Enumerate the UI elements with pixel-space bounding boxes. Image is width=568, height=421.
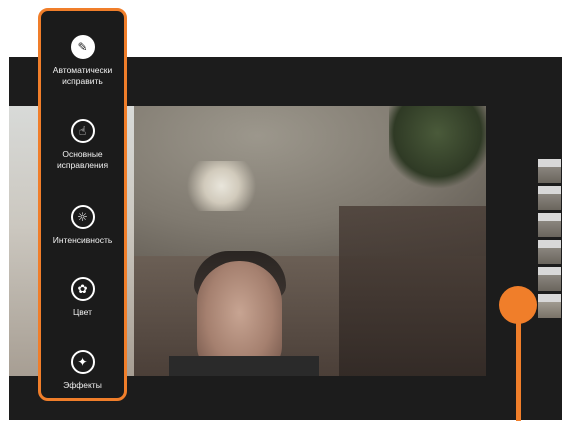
callout-line [516,319,521,421]
filmstrip-thumbnail[interactable] [538,159,561,183]
brightness-icon: ☼ [70,205,95,229]
effects-icon: ✦ [70,350,95,374]
photo-person-shirt [169,356,319,376]
tool-intensity[interactable]: ☼ Интенсивность [41,205,124,246]
edit-tools-panel: ✎ Автоматически исправить ☝ Основные исп… [38,8,127,401]
filmstrip-thumbnail[interactable] [538,213,561,237]
filmstrip-thumbnail[interactable] [538,240,561,264]
filmstrip-thumbnail[interactable] [538,186,561,210]
touch-icon: ☝ [70,119,95,143]
color-icon: ✿ [70,277,95,301]
photo-plant-area [389,106,486,196]
tool-auto-fix[interactable]: ✎ Автоматически исправить [41,35,124,87]
tool-basic-fixes-label: Основные исправления [56,149,109,170]
tool-color-label: Цвет [72,307,93,317]
tool-color[interactable]: ✿ Цвет [41,277,124,318]
tool-intensity-label: Интенсивность [52,235,113,245]
tool-effects-label: Эффекты [63,380,102,390]
filmstrip-thumbnail-selected[interactable] [538,294,561,318]
tool-auto-fix-label: Автоматически исправить [52,65,113,86]
photo-cabinet-area [339,206,486,376]
filmstrip [538,159,561,321]
tool-effects[interactable]: ✦ Эффекты [41,350,124,391]
filmstrip-thumbnail[interactable] [538,267,561,291]
auto-fix-icon: ✎ [70,35,95,59]
photo-lamp-area [179,161,264,211]
tool-basic-fixes[interactable]: ☝ Основные исправления [41,119,124,171]
